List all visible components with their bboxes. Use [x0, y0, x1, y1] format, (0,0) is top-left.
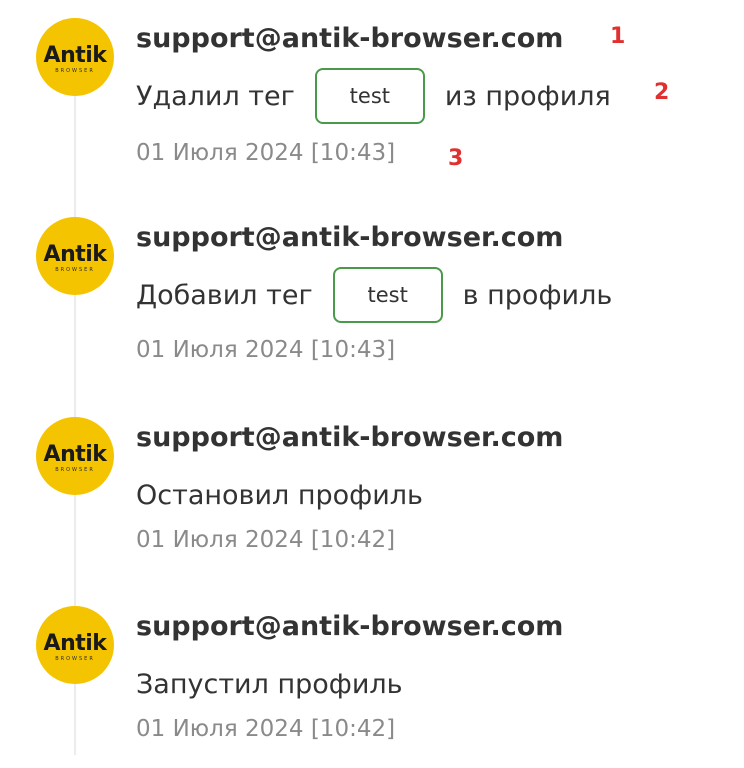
- annotation-marker-2: 2: [654, 80, 670, 105]
- action-text-suffix: из профиля: [444, 80, 611, 112]
- activity-entry: Antik BROWSER support@antik-browser.com …: [0, 199, 744, 363]
- entry-action: Добавил тег test в профиль: [136, 267, 613, 323]
- entry-date: 01 Июля 2024 [10:42]: [136, 527, 396, 553]
- tag-chip[interactable]: test: [314, 68, 425, 124]
- antik-logo-icon: Antik: [43, 441, 107, 467]
- action-text-suffix: в профиль: [462, 279, 613, 311]
- entry-author: support@antik-browser.com: [136, 23, 564, 54]
- action-text: Добавил тег: [136, 279, 313, 311]
- antik-logo-subtitle: BROWSER: [55, 466, 95, 473]
- entry-date: 01 Июля 2024 [10:43]: [136, 337, 396, 363]
- avatar: Antik BROWSER: [36, 217, 114, 295]
- antik-logo-icon: Antik: [43, 42, 107, 68]
- tag-chip[interactable]: test: [332, 267, 443, 323]
- entry-author: support@antik-browser.com: [136, 611, 564, 642]
- entry-action: Запустил профиль: [136, 662, 403, 706]
- entry-author: support@antik-browser.com: [136, 222, 564, 253]
- action-text: Запустил профиль: [136, 668, 403, 700]
- avatar: Antik BROWSER: [36, 18, 114, 96]
- avatar: Antik BROWSER: [36, 606, 114, 684]
- avatar: Antik BROWSER: [36, 417, 114, 495]
- antik-logo-subtitle: BROWSER: [55, 67, 95, 74]
- antik-logo-icon: Antik: [43, 241, 107, 267]
- entry-author: support@antik-browser.com: [136, 422, 564, 453]
- antik-logo-subtitle: BROWSER: [55, 655, 95, 662]
- activity-entry: Antik BROWSER support@antik-browser.com …: [0, 399, 744, 553]
- antik-logo-subtitle: BROWSER: [55, 266, 95, 273]
- action-text: Удалил тег: [136, 80, 295, 112]
- activity-entry: Antik BROWSER support@antik-browser.com …: [0, 588, 744, 742]
- antik-logo-icon: Antik: [43, 630, 107, 656]
- entry-action: Остановил профиль: [136, 473, 423, 517]
- action-text: Остановил профиль: [136, 479, 423, 511]
- annotation-marker-1: 1: [610, 24, 626, 49]
- annotation-marker-3: 3: [448, 146, 464, 171]
- entry-date: 01 Июля 2024 [10:43]: [136, 140, 396, 166]
- entry-action: Удалил тег test из профиля: [136, 68, 611, 124]
- entry-date: 01 Июля 2024 [10:42]: [136, 716, 396, 742]
- activity-entry: Antik BROWSER support@antik-browser.com …: [0, 0, 744, 166]
